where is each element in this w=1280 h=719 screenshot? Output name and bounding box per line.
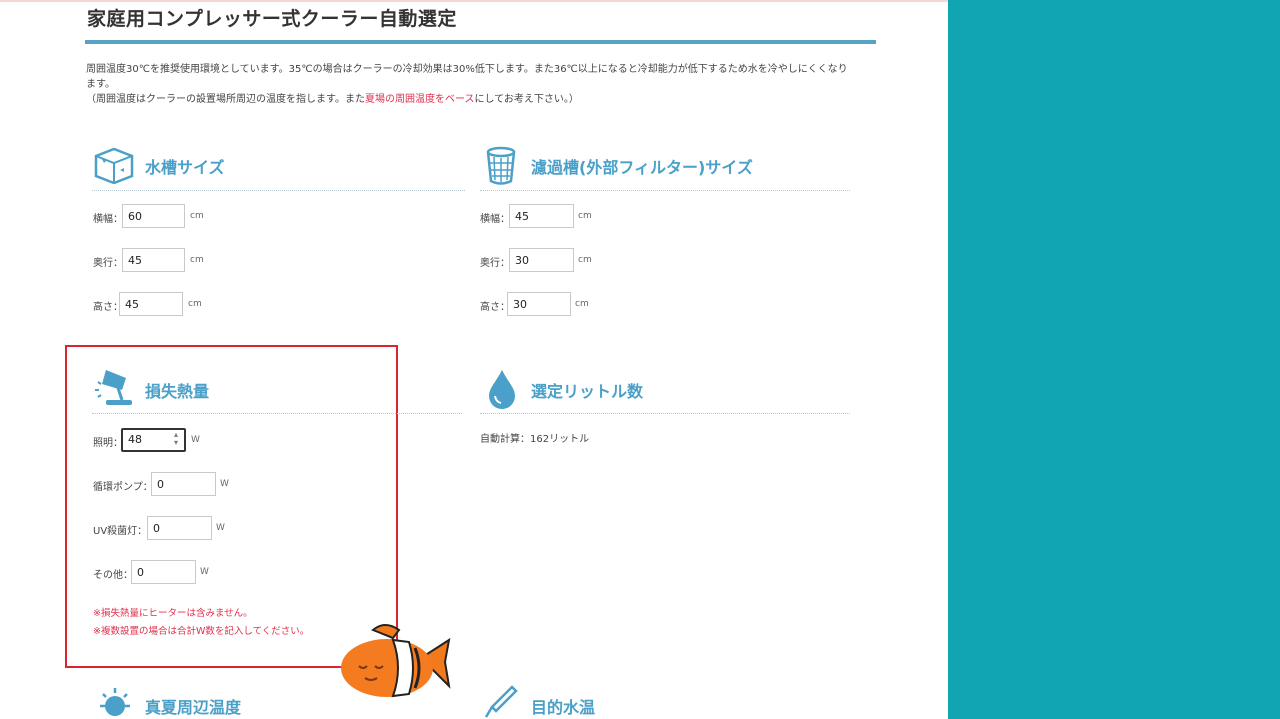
tank-height-unit: cm (188, 299, 202, 309)
tank-section-rule (92, 190, 465, 191)
page-title: 家庭用コンプレッサー式クーラー自動選定 (87, 8, 457, 30)
intro-line-3: （周囲温度はクーラーの設置場所周辺の温度を指します。また夏場の周囲温度をベースに… (86, 92, 886, 107)
auto-calc-result: 自動計算：162リットル (480, 434, 590, 445)
liters-section-rule (480, 413, 850, 414)
tank-width-unit: cm (190, 211, 204, 221)
filter-depth-input[interactable]: 30 (509, 248, 574, 272)
pump-label: 循環ポンプ： (93, 482, 153, 493)
pump-input[interactable]: 0 (151, 472, 216, 496)
tank-depth-unit: cm (190, 255, 204, 265)
filter-width-label: 横幅： (480, 214, 510, 225)
tank-depth-input[interactable]: 45 (122, 248, 185, 272)
desk-lamp-icon (95, 370, 132, 405)
clownfish-mascot (341, 624, 451, 698)
uv-sterilizer-label: UV殺菌灯： (93, 526, 148, 537)
lighting-label: 照明： (93, 438, 123, 449)
lighting-value: 48 (128, 433, 142, 446)
filter-width-unit: cm (578, 211, 592, 221)
top-divider (0, 0, 948, 2)
intro-line-2: ます。 (86, 79, 115, 90)
summer-temp-title: 真夏周辺温度 (145, 698, 242, 717)
target-temp-title: 目的水温 (531, 698, 596, 717)
other-input[interactable]: 0 (131, 560, 196, 584)
pump-unit: W (220, 479, 229, 489)
spinner-arrows-icon[interactable]: ▴ ▾ (174, 431, 178, 447)
tank-width-label: 横幅： (93, 214, 123, 225)
tank-depth-label: 奥行： (93, 258, 123, 269)
filter-depth-unit: cm (578, 255, 592, 265)
heat-loss-note-heater: ※損失熱量にヒーターは含みません。 (93, 608, 253, 619)
intro-line-3-start: （周囲温度はクーラーの設置場所周辺の温度を指します。また (86, 94, 365, 105)
heat-loss-title: 損失熱量 (145, 382, 210, 401)
sun-icon (100, 688, 130, 716)
intro-line-3-end: にしてお考え下さい。） (474, 94, 579, 105)
aquarium-icon (94, 147, 134, 184)
other-unit: W (200, 567, 209, 577)
tank-size-title: 水槽サイズ (145, 158, 225, 177)
right-side-panel (948, 0, 1280, 719)
lighting-input[interactable]: 48 ▴ ▾ (121, 428, 186, 452)
tank-width-input[interactable]: 60 (122, 204, 185, 228)
lighting-unit: W (191, 435, 200, 445)
intro-line-1: 周囲温度30℃を推奨使用環境としています。35℃の場合はクーラーの冷却効果は30… (86, 64, 848, 75)
liters-title: 選定リットル数 (531, 382, 644, 401)
uv-sterilizer-unit: W (216, 523, 225, 533)
heat-loss-section-rule (92, 413, 462, 414)
tank-height-input[interactable]: 45 (119, 292, 183, 316)
other-label: その他： (93, 570, 133, 581)
filter-height-label: 高さ： (480, 302, 510, 313)
filter-bucket-icon (486, 146, 516, 185)
title-underline (85, 40, 876, 44)
filter-size-title: 濾過槽(外部フィルター)サイズ (531, 158, 753, 177)
filter-depth-label: 奥行： (480, 258, 510, 269)
water-drop-icon (489, 370, 515, 409)
filter-width-input[interactable]: 45 (509, 204, 574, 228)
heat-loss-note-multiple: ※複数設置の場合は合計W数を記入してください。 (93, 626, 310, 637)
thermometer-icon (484, 685, 518, 718)
uv-sterilizer-input[interactable]: 0 (147, 516, 212, 540)
intro-text: 周囲温度30℃を推奨使用環境としています。35℃の場合はクーラーの冷却効果は30… (86, 62, 886, 107)
filter-height-unit: cm (575, 299, 589, 309)
filter-section-rule (480, 190, 850, 191)
filter-height-input[interactable]: 30 (507, 292, 571, 316)
intro-emphasis: 夏場の周囲温度をベース (365, 94, 475, 105)
